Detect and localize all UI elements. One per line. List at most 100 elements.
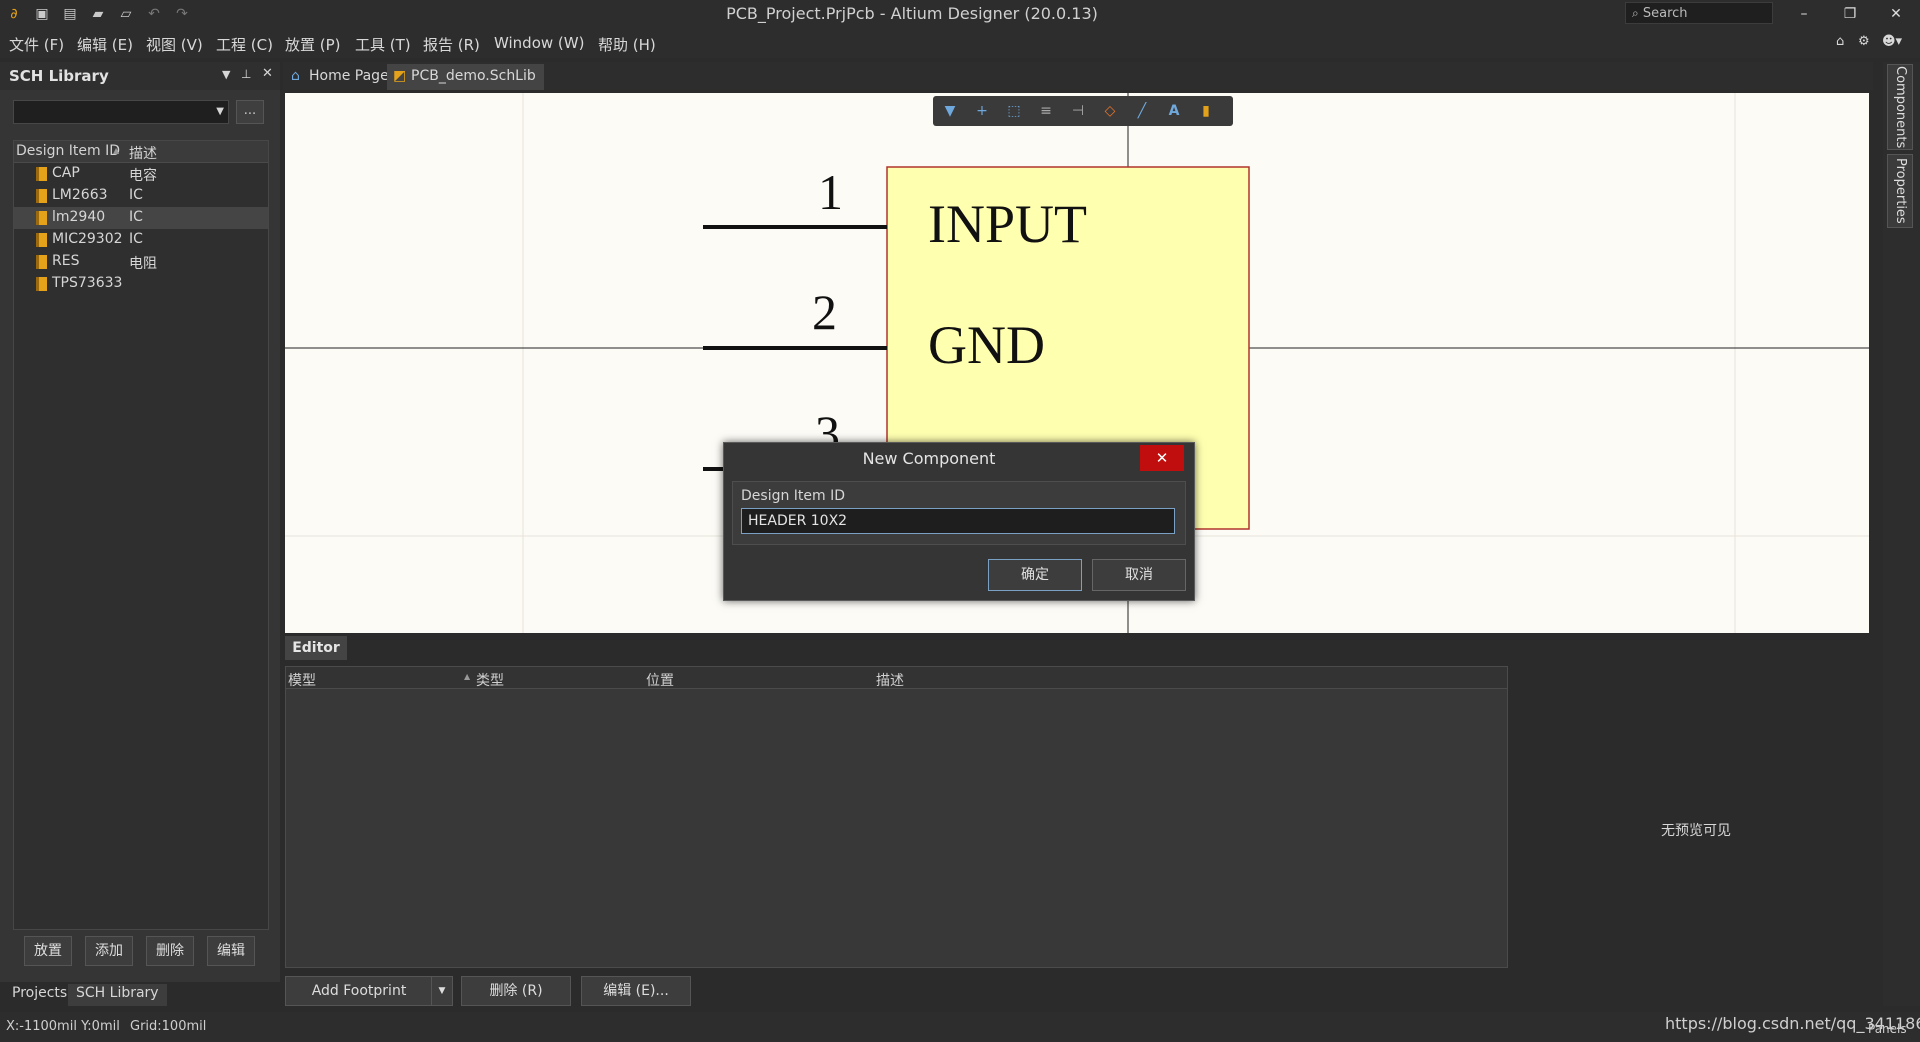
component-icon — [36, 277, 47, 291]
column-model[interactable]: 模型 — [288, 670, 316, 690]
menu-edit[interactable]: 编辑 (E) — [77, 34, 133, 55]
design-item-id-label: Design Item ID — [741, 488, 846, 504]
menu-window[interactable]: Window (W) — [494, 34, 584, 52]
tab-projects[interactable]: Projects — [4, 984, 75, 1006]
dialog-close-button[interactable]: ✕ — [1140, 445, 1184, 471]
delete-button[interactable]: 删除 — [146, 936, 194, 966]
search-input[interactable]: ⌕ Search — [1625, 2, 1773, 24]
library-filter-combo[interactable]: ▼ — [13, 100, 229, 124]
part-icon[interactable]: ▮ — [1197, 102, 1215, 120]
add-footprint-dropdown[interactable]: ▼ — [431, 976, 453, 1006]
panel-tabs: Projects SCH Library — [0, 982, 280, 1006]
item-id: TPS73633 — [52, 275, 123, 291]
close-icon: ✕ — [1155, 449, 1169, 467]
fill-icon[interactable]: ◇ — [1101, 102, 1119, 120]
tab-components[interactable]: Components — [1887, 64, 1913, 150]
no-preview-text: 无预览可见 — [1661, 823, 1731, 839]
ok-button[interactable]: 确定 — [988, 559, 1082, 591]
watermark-url: https://blog.csdn.net/qq_34118600 — [1665, 1014, 1920, 1033]
column-location[interactable]: 位置 — [646, 670, 674, 690]
minimize-button[interactable]: – — [1784, 2, 1824, 26]
select-rect-icon[interactable]: ⬚ — [1005, 102, 1023, 120]
close-button[interactable]: ✕ — [1876, 2, 1916, 26]
panel-menu-icon[interactable]: ▼ — [222, 68, 230, 81]
add-button[interactable]: 添加 — [85, 936, 133, 966]
gear-icon[interactable]: ⚙ — [1858, 34, 1870, 49]
menu-tools[interactable]: 工具 (T) — [355, 34, 411, 55]
menu-help[interactable]: 帮助 (H) — [598, 34, 656, 55]
tab-label: PCB_demo.SchLib — [411, 68, 536, 84]
sort-up-icon: ▲ — [113, 146, 120, 155]
align-icon[interactable]: ≡ — [1037, 102, 1055, 120]
schlib-file-icon: ◩ — [393, 68, 407, 84]
tab-properties[interactable]: Properties — [1887, 154, 1913, 228]
grid-size: Grid:100mil — [130, 1019, 207, 1034]
component-icon — [36, 167, 47, 181]
user-icon[interactable]: ☻▾ — [1882, 34, 1902, 49]
menu-reports[interactable]: 报告 (R) — [423, 34, 480, 55]
item-id: MIC29302 — [52, 231, 123, 247]
cancel-button[interactable]: 取消 — [1092, 559, 1186, 591]
line-icon[interactable]: ╱ — [1133, 102, 1151, 120]
column-type[interactable]: 类型 — [476, 670, 504, 690]
restore-button[interactable]: ❐ — [1830, 2, 1870, 26]
list-item[interactable]: RES 电阻 — [14, 251, 268, 273]
window-title: PCB_Project.PrjPcb - Altium Designer (20… — [726, 4, 1098, 23]
search-icon: ⌕ — [1632, 6, 1639, 20]
editor-panel: Editor 模型 ▲ 类型 位置 描述 无预览可见 Add Footprint… — [283, 636, 1883, 1006]
tab-home-page[interactable]: ⌂ Home Page — [285, 64, 397, 90]
menu-place[interactable]: 放置 (P) — [285, 34, 341, 55]
right-panel-strip: Components Properties — [1883, 62, 1920, 1006]
item-desc: IC — [129, 209, 143, 225]
column-design-item-id[interactable]: Design Item ID — [16, 143, 120, 159]
home-icon: ⌂ — [291, 68, 300, 84]
design-item-group: Design Item ID HEADER 10X2 — [732, 481, 1186, 545]
place-button[interactable]: 放置 — [24, 936, 72, 966]
item-desc: 电容 — [129, 168, 157, 184]
tab-label: Home Page — [309, 68, 389, 84]
sch-library-panel: SCH Library ▼ ⊥ ✕ ▼ ... Design Item ID ▲… — [0, 62, 280, 1006]
edit-button[interactable]: 编辑 — [207, 936, 255, 966]
chevron-down-icon: ▼ — [438, 986, 446, 996]
design-item-id-input[interactable]: HEADER 10X2 — [741, 508, 1175, 534]
close-panel-icon[interactable]: ✕ — [262, 66, 273, 81]
list-item-selected[interactable]: lm2940 IC — [14, 207, 268, 229]
title-bar: ∂ ▣ ▤ ▰ ▱ ↶ ↷ PCB_Project.PrjPcb - Altiu… — [0, 0, 1920, 28]
list-item[interactable]: TPS73633 — [14, 273, 268, 295]
home-icon[interactable]: ⌂ — [1836, 34, 1844, 49]
browse-button[interactable]: ... — [236, 100, 264, 124]
component-icon — [36, 255, 47, 269]
list-item[interactable]: LM2663 IC — [14, 185, 268, 207]
edit-model-button[interactable]: 编辑 (E)... — [581, 976, 691, 1006]
dialog-title: New Component — [862, 449, 996, 468]
column-description[interactable]: 描述 — [129, 143, 157, 163]
menu-file[interactable]: 文件 (F) — [9, 34, 64, 55]
place-pin-icon[interactable]: ⊣ — [1069, 102, 1087, 120]
status-bar: X:-1100mil Y:0mil Grid:100mil Panels htt… — [0, 1012, 1920, 1042]
column-description[interactable]: 描述 — [876, 670, 904, 690]
filter-icon[interactable]: ▼ — [941, 102, 959, 120]
item-desc: 电阻 — [129, 256, 157, 272]
tab-editor[interactable]: Editor — [285, 636, 347, 660]
document-tabs: ⌂ Home Page ◩ PCB_demo.SchLib — [283, 62, 1873, 90]
panel-header: SCH Library ▼ ⊥ ✕ — [0, 62, 280, 90]
menu-project[interactable]: 工程 (C) — [216, 34, 273, 55]
add-footprint-button[interactable]: Add Footprint — [285, 976, 433, 1006]
list-item[interactable]: CAP 电容 — [14, 163, 268, 185]
item-desc: IC — [129, 231, 143, 247]
sort-up-icon: ▲ — [464, 672, 471, 681]
text-icon[interactable]: A — [1165, 102, 1183, 120]
add-icon[interactable]: + — [973, 102, 991, 120]
menu-view[interactable]: 视图 (V) — [146, 34, 203, 55]
model-table-header: 模型 ▲ 类型 位置 描述 — [286, 667, 1507, 689]
tab-schlib[interactable]: ◩ PCB_demo.SchLib — [387, 64, 544, 90]
add-footprint-label: Add Footprint — [311, 983, 407, 999]
tab-sch-library[interactable]: SCH Library — [68, 984, 167, 1006]
pin-1-number: 1 — [818, 164, 843, 220]
delete-model-button[interactable]: 删除 (R) — [461, 976, 571, 1006]
list-item[interactable]: MIC29302 IC — [14, 229, 268, 251]
cursor-coordinates: X:-1100mil Y:0mil — [6, 1019, 120, 1034]
pin-2-number: 2 — [812, 284, 837, 340]
component-icon — [36, 211, 47, 225]
pin-icon[interactable]: ⊥ — [241, 67, 251, 81]
